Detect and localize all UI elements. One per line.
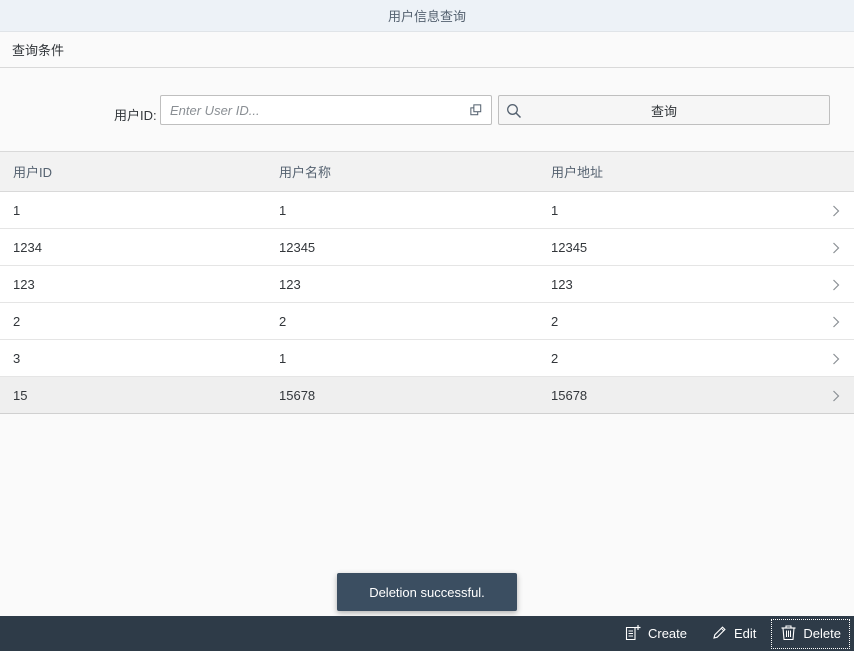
edit-button[interactable]: Edit bbox=[702, 619, 765, 649]
cell-user-id: 2 bbox=[13, 313, 21, 329]
cell-user-name: 123 bbox=[279, 276, 301, 292]
edit-icon bbox=[711, 624, 728, 644]
cell-user-address: 123 bbox=[551, 276, 573, 292]
cell-user-name: 15678 bbox=[279, 387, 316, 403]
section-header: 查询条件 bbox=[0, 32, 854, 68]
table-row[interactable]: 2 2 2 bbox=[0, 303, 854, 340]
value-help-icon[interactable] bbox=[469, 103, 483, 117]
app-root: 用户信息查询 查询条件 用户ID: 查询 bbox=[0, 0, 854, 651]
delete-button[interactable]: Delete bbox=[771, 618, 850, 649]
cell-user-id: 123 bbox=[13, 276, 35, 292]
table-row-selected[interactable]: 15 15678 15678 bbox=[0, 377, 854, 414]
chevron-right-icon[interactable] bbox=[832, 242, 840, 254]
edit-button-label: Edit bbox=[734, 626, 757, 641]
table-header: 用户ID 用户名称 用户地址 bbox=[0, 152, 854, 192]
toast-message: Deletion successful. bbox=[337, 573, 517, 611]
user-table: 用户ID 用户名称 用户地址 1 1 1 1234 12345 12345 12… bbox=[0, 152, 854, 414]
create-button[interactable]: Create bbox=[616, 619, 696, 649]
toast-text: Deletion successful. bbox=[369, 584, 485, 600]
create-icon bbox=[625, 624, 642, 644]
section-title: 查询条件 bbox=[12, 43, 65, 58]
cell-user-id: 15 bbox=[13, 387, 28, 403]
user-id-label: 用户ID: bbox=[114, 108, 157, 123]
chevron-right-icon[interactable] bbox=[832, 205, 840, 217]
cell-user-name: 2 bbox=[279, 313, 287, 329]
search-button-label: 查询 bbox=[650, 103, 677, 119]
trash-icon bbox=[780, 624, 797, 644]
cell-user-id: 3 bbox=[13, 350, 21, 366]
cell-user-address: 2 bbox=[551, 350, 559, 366]
chevron-right-icon[interactable] bbox=[832, 316, 840, 328]
cell-user-address: 12345 bbox=[551, 239, 588, 255]
page-title: 用户信息查询 bbox=[387, 9, 466, 24]
cell-user-id: 1234 bbox=[13, 239, 42, 255]
footer-toolbar: Create Edit Delete bbox=[0, 616, 854, 651]
search-button[interactable]: 查询 bbox=[498, 95, 830, 125]
table-row[interactable]: 123 123 123 bbox=[0, 266, 854, 303]
cell-user-address: 2 bbox=[551, 313, 559, 329]
column-header-user-id: 用户ID bbox=[13, 165, 53, 180]
chevron-right-icon[interactable] bbox=[832, 353, 840, 365]
cell-user-name: 1 bbox=[279, 202, 287, 218]
delete-button-label: Delete bbox=[803, 626, 841, 641]
cell-user-address: 15678 bbox=[551, 387, 588, 403]
cell-user-name: 12345 bbox=[279, 239, 316, 255]
chevron-right-icon[interactable] bbox=[832, 279, 840, 291]
search-icon bbox=[506, 103, 522, 119]
table-row[interactable]: 3 1 2 bbox=[0, 340, 854, 377]
cell-user-address: 1 bbox=[551, 202, 559, 218]
title-bar: 用户信息查询 bbox=[0, 0, 854, 32]
filter-bar: 用户ID: 查询 bbox=[0, 68, 854, 152]
table-row[interactable]: 1234 12345 12345 bbox=[0, 229, 854, 266]
user-id-input[interactable] bbox=[170, 102, 469, 118]
create-button-label: Create bbox=[647, 626, 688, 641]
user-id-field[interactable] bbox=[160, 95, 492, 125]
column-header-user-name: 用户名称 bbox=[279, 165, 332, 180]
table-row[interactable]: 1 1 1 bbox=[0, 192, 854, 229]
chevron-right-icon[interactable] bbox=[832, 390, 840, 402]
cell-user-id: 1 bbox=[13, 202, 21, 218]
column-header-user-address: 用户地址 bbox=[551, 165, 604, 180]
cell-user-name: 1 bbox=[279, 350, 287, 366]
